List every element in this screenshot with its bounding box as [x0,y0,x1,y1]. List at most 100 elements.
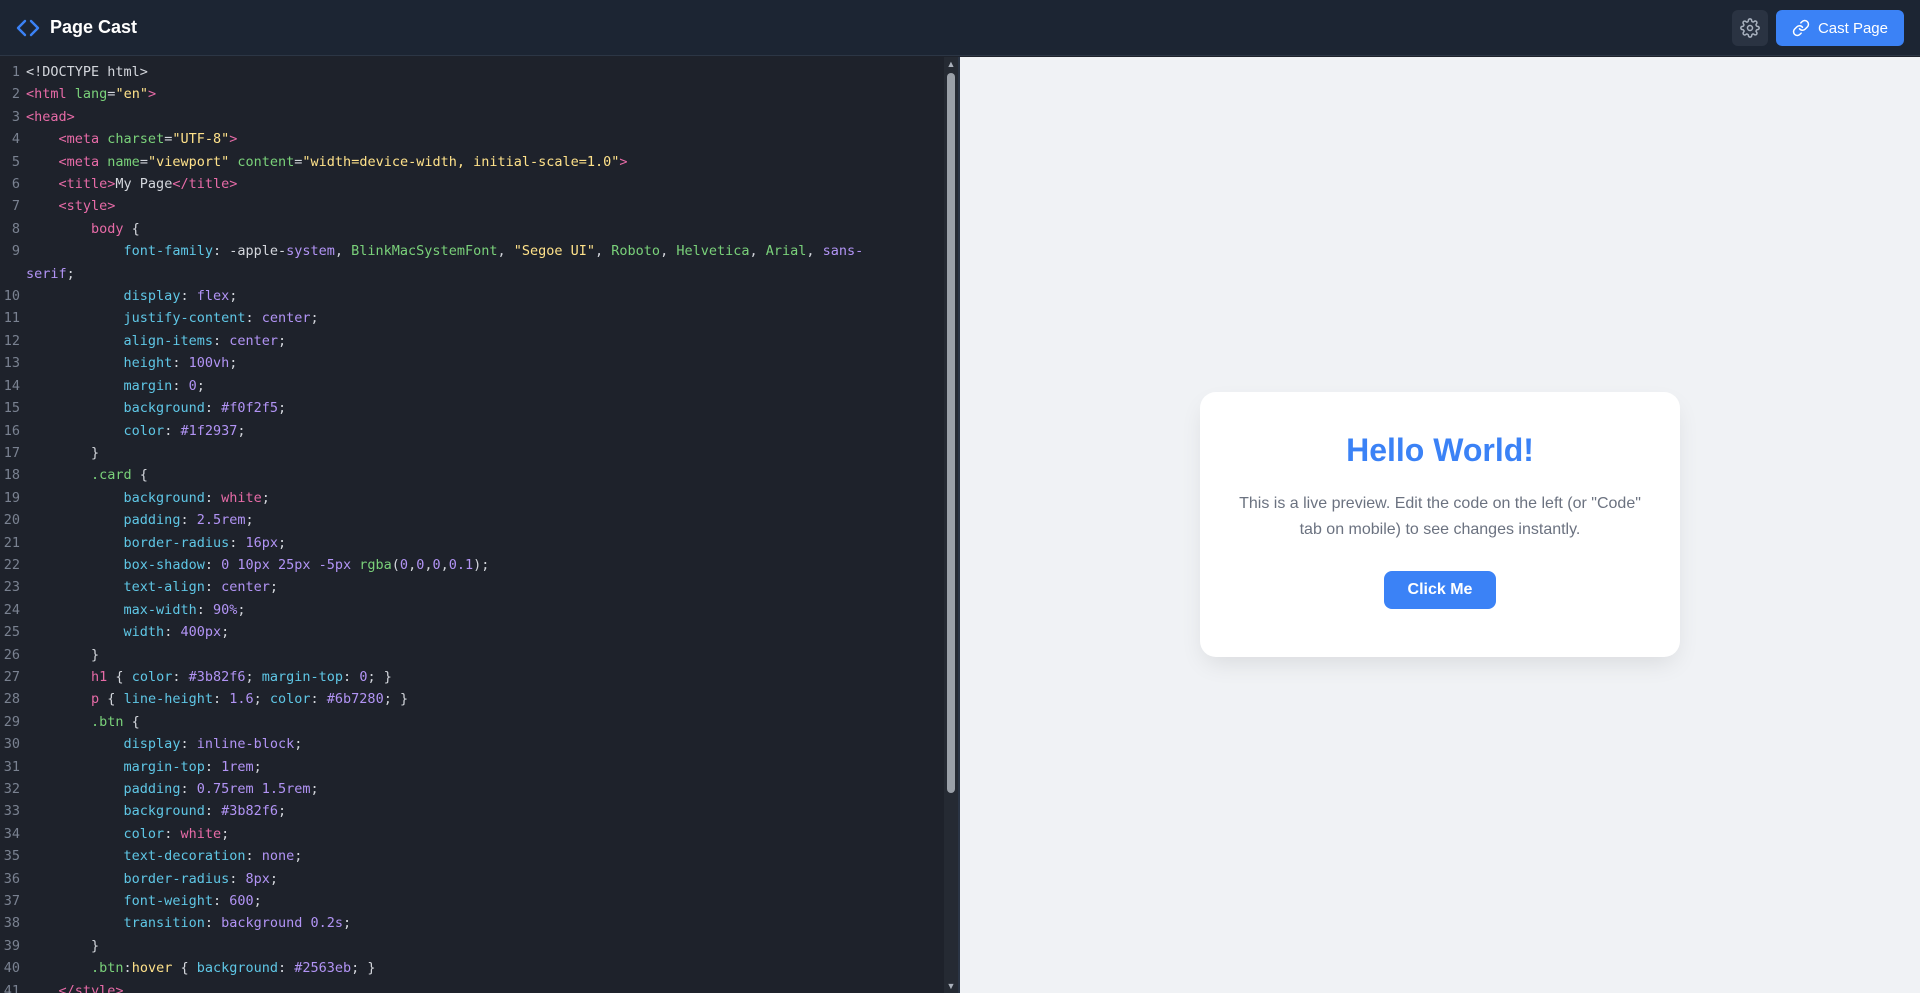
editor-scrollbar[interactable]: ▲ ▼ [944,57,958,993]
code-token: 1rem [221,758,254,775]
code-text: box-shadow: 0 10px 25px -5px rgba(0,0,0,… [26,554,490,576]
code-line[interactable]: 1 <!DOCTYPE html> [0,61,958,83]
code-line[interactable]: 9 font-family: -apple-system, BlinkMacSy… [0,240,958,262]
code-line[interactable]: 34 color: white; [0,823,958,845]
code-text: .card { [26,464,148,486]
code-editor[interactable]: 1 <!DOCTYPE html> 2 <html lang="en"> 3 <head>… [0,57,958,993]
code-line[interactable]: 21 border-radius: 16px; [0,532,958,554]
code-token: , [806,243,823,260]
code-token: : [278,960,295,977]
code-token: ; [221,825,230,842]
code-line[interactable]: 23 text-align: center; [0,576,958,598]
code-line[interactable]: 25 width: 400px; [0,621,958,643]
code-token: #1f2937 [180,422,238,439]
code-line[interactable]: 12 align-items: center; [0,330,958,352]
settings-button[interactable] [1731,10,1768,46]
code-line[interactable]: 24 max-width: 90%; [0,599,958,621]
code-line[interactable]: 3 <head> [0,106,958,128]
code-token: background [123,803,205,820]
code-token: <!DOCTYPE html> [26,64,148,80]
code-line[interactable]: 18 .card { [0,464,958,486]
code-token: : [180,288,197,305]
code-token: My Page [115,176,173,193]
code-line[interactable]: 5 <meta name="viewport" content="width=d… [0,151,958,173]
code-token: padding [123,512,181,529]
code-token: color [123,422,165,439]
code-token: { [131,467,148,484]
line-number: 33 [3,803,20,820]
code-line[interactable]: 32 padding: 0.75rem 1.5rem; [0,778,958,800]
click-me-button[interactable]: Click Me [1383,571,1497,609]
code-line[interactable]: 6 <title>My Page</title> [0,173,958,195]
code-line[interactable]: 7 <style> [0,195,958,217]
code-token: font-family [123,243,213,260]
code-line[interactable]: 13 height: 100vh; [0,352,958,374]
gear-icon [1740,18,1760,38]
code-token: background [123,489,205,506]
code-line[interactable]: 35 text-decoration: none; [0,845,958,867]
code-text: <html lang="en"> [26,83,156,105]
code-token: font-weight [123,893,213,910]
code-lines[interactable]: 1 <!DOCTYPE html> 2 <html lang="en"> 3 <head>… [0,57,958,993]
code-token: : [212,332,230,349]
code-line[interactable]: 4 <meta charset="UTF-8"> [0,128,958,150]
code-token: 8px [245,870,270,887]
code-line[interactable]: 19 background: white; [0,487,958,509]
code-token: color [269,691,311,708]
code-line[interactable]: 37 font-weight: 600; [0,890,958,912]
code-line[interactable]: 20 padding: 2.5rem; [0,509,958,531]
code-token: <meta [58,131,108,148]
scroll-down-arrow-icon[interactable]: ▼ [944,979,958,993]
line-number: 22 [3,556,20,573]
code-line[interactable]: 36 border-radius: 8px; [0,868,958,890]
code-text: align-items: center; [26,330,287,352]
line-number: 24 [3,601,20,618]
code-token: inline-block [196,736,295,753]
scroll-thumb[interactable] [947,73,955,793]
code-line[interactable]: 14 margin: 0; [0,375,958,397]
code-line[interactable]: 22 box-shadow: 0 10px 25px -5px rgba(0,0… [0,554,958,576]
code-line[interactable]: 41 </style> [0,980,958,993]
code-line[interactable]: 28 p { line-height: 1.6; color: #6b7280;… [0,688,958,710]
code-token: .btn [91,960,124,977]
code-token: : [180,736,197,753]
code-line[interactable]: 33 background: #3b82f6; [0,800,958,822]
code-line[interactable]: 38 transition: background 0.2s; [0,912,958,934]
cast-page-button[interactable]: Cast Page [1775,10,1904,46]
line-number: 34 [3,825,20,842]
code-line[interactable]: 27 h1 { color: #3b82f6; margin-top: 0; } [0,666,958,688]
code-line[interactable]: 11 justify-content: center; [0,307,958,329]
code-line[interactable]: 26 } [0,644,958,666]
code-line[interactable]: 10 display: flex; [0,285,958,307]
code-line[interactable]: 39 } [0,935,958,957]
line-number: 10 [3,288,20,305]
code-token: 0 10px 25px -5px [221,556,360,573]
code-line[interactable]: 17 } [0,442,958,464]
code-line[interactable]: 2 <html lang="en"> [0,83,958,105]
code-line[interactable]: serif; [0,263,958,285]
scroll-up-arrow-icon[interactable]: ▲ [944,57,958,71]
code-line[interactable]: 16 color: #1f2937; [0,420,958,442]
code-token: text-align [123,579,205,596]
code-line[interactable]: 31 margin-top: 1rem; [0,756,958,778]
code-token: ; [229,288,238,305]
code-token: ; [245,668,262,685]
line-number: 32 [3,781,20,797]
code-token: #f0f2f5 [221,400,278,417]
code-text: color: white; [26,823,230,845]
code-line[interactable]: 8 body { [0,218,958,240]
code-line[interactable]: 15 background: #f0f2f5; [0,397,958,419]
code-line[interactable]: 30 display: inline-block; [0,733,958,755]
line-number: 5 [11,153,20,170]
code-line[interactable]: 40 .btn:hover { background: #2563eb; } [0,957,958,979]
code-line[interactable]: 29 .btn { [0,711,958,733]
code-text: <!DOCTYPE html> [26,61,148,83]
